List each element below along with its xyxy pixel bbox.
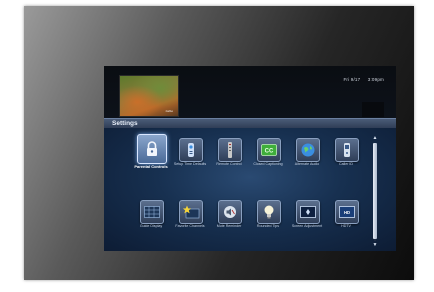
scroll-down-arrow-icon[interactable]: ▼ (372, 243, 378, 248)
tile-label-screen-adjustment: Screen Adjustment (291, 224, 323, 228)
info-panel (362, 102, 384, 117)
date-text: Fri 9/17 (343, 77, 361, 82)
bulb-icon (258, 201, 280, 223)
tile-label-rounded-tips: Rounded Tips (256, 224, 280, 228)
svg-text:CC: CC (265, 148, 274, 154)
hdtv-icon: HD (336, 201, 358, 223)
tile-label-mute-reminder: Mute Reminder (216, 224, 242, 228)
page-title: Settings (112, 120, 138, 127)
tile-label-guide-display: Guide Display (139, 224, 163, 228)
tile-label-remote-control: Remote Control (216, 162, 242, 166)
tile-guide-display[interactable] (140, 200, 164, 224)
grid-icon (141, 201, 163, 223)
tile-setup-time-defaults[interactable] (179, 138, 203, 162)
phone-icon (336, 139, 358, 161)
scroll-up-arrow-icon[interactable]: ▲ (372, 136, 378, 141)
remote-icon (180, 139, 202, 161)
tile-remote-control[interactable] (218, 138, 242, 162)
lock-icon (138, 135, 166, 163)
svg-text:HD: HD (344, 210, 350, 215)
globe-icon (297, 139, 319, 161)
scroll-thumb[interactable] (373, 143, 377, 239)
tile-label-closed-captioning: Closed Captioning (253, 162, 283, 166)
time-text: 3:09pm (367, 77, 384, 82)
tile-closed-captioning[interactable]: CC (257, 138, 281, 162)
live-tv-preview[interactable]: zorbo (119, 75, 179, 117)
tile-favorite-channels[interactable] (179, 200, 203, 224)
tile-screen-adjustment[interactable] (296, 200, 320, 224)
settings-grid: Parental Controls Setup Time Defaults Re… (104, 128, 396, 251)
cc-icon: CC (258, 139, 280, 161)
tile-label-favorite-channels: Favorite Channels (175, 224, 205, 228)
remote-control-icon (219, 139, 241, 161)
tile-mute-reminder[interactable] (218, 200, 242, 224)
tv-screen: zorbo Fri 9/17 3:09pm Settings Parental … (104, 66, 396, 251)
mute-icon (219, 201, 241, 223)
tv-bezel: zorbo Fri 9/17 3:09pm Settings Parental … (24, 6, 414, 280)
tile-hdtv[interactable]: HD (335, 200, 359, 224)
preview-caption: zorbo (165, 109, 173, 113)
tile-parental-controls[interactable] (137, 134, 167, 164)
tile-alternate-audio[interactable] (296, 138, 320, 162)
tile-label-caller-id: Caller ID (339, 162, 353, 166)
tile-caller-id[interactable] (335, 138, 359, 162)
scrollbar[interactable]: ▲ ▼ (372, 136, 378, 248)
tile-rounded-tips[interactable] (257, 200, 281, 224)
tile-label-setup-time-defaults: Setup Time Defaults (173, 162, 207, 166)
date-time: Fri 9/17 3:09pm (337, 77, 384, 82)
tile-label-hdtv: HDTV (341, 224, 351, 228)
star-icon (180, 201, 202, 223)
screen-icon (297, 201, 319, 223)
tile-label-alternate-audio: Alternate Audio (294, 162, 320, 166)
top-bar: zorbo Fri 9/17 3:09pm (104, 66, 396, 118)
tile-label-parental-controls: Parental Controls (134, 164, 168, 169)
